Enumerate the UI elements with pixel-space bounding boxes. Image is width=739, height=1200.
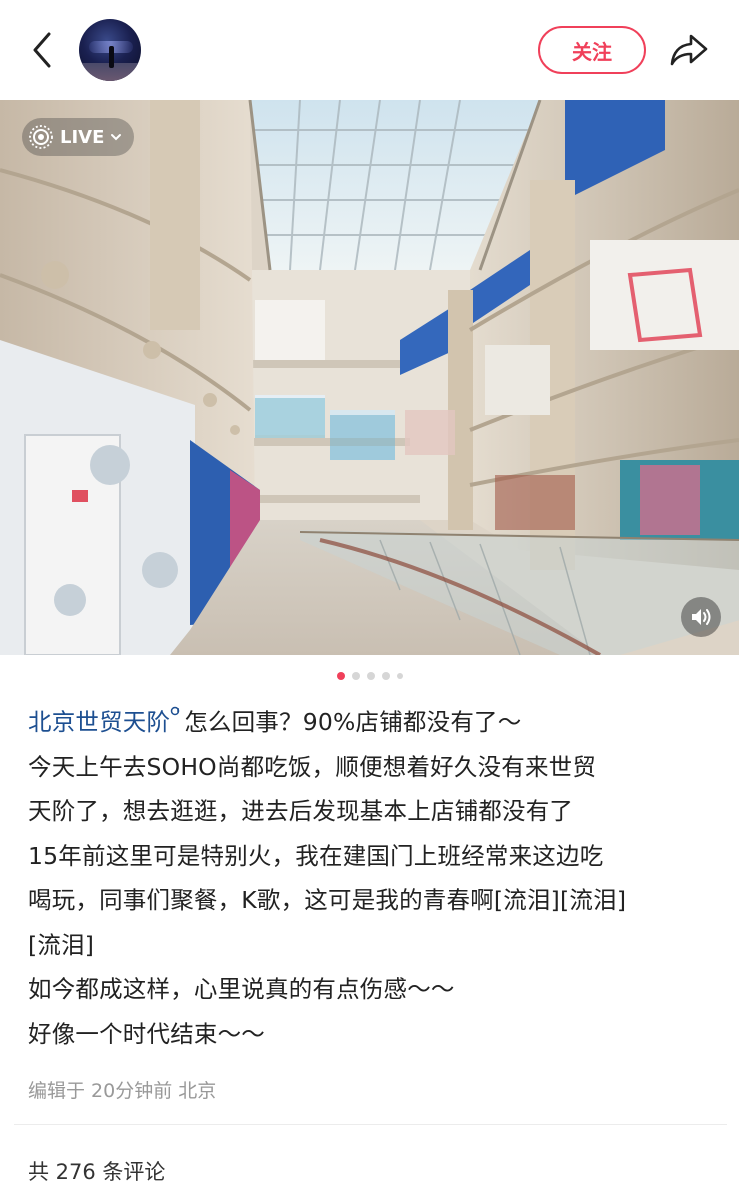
live-photo-badge[interactable]: LIVE (22, 118, 135, 156)
post-title-line: 北京世贸天阶 怎么回事？90%店铺都没有了～ (28, 700, 728, 745)
topic-link[interactable]: 北京世贸天阶 (28, 708, 170, 736)
post-meta: 编辑于 20分钟前 北京 (28, 1080, 217, 1102)
share-arrow-icon (670, 34, 708, 66)
divider (14, 1124, 727, 1125)
carousel-dot[interactable] (366, 672, 375, 680)
follow-button[interactable]: 关注 (538, 26, 646, 74)
post-photo[interactable]: LIVE (0, 100, 739, 655)
post-text-line: 如今都成这样，心里说真的有点伤感～～ (28, 975, 455, 1003)
top-bar: 关注 (0, 0, 739, 100)
chevron-left-icon (33, 32, 51, 68)
mall-atrium-image (0, 100, 739, 655)
post-text-line: 15年前这里可是特别火，我在建国门上班经常来这边吃 (28, 841, 604, 870)
carousel-dot[interactable] (396, 673, 403, 679)
carousel-dot[interactable] (351, 672, 360, 680)
post-text-line: [流泪] (28, 930, 95, 959)
post-body: 北京世贸天阶 怎么回事？90%店铺都没有了～ 今天上午去SOHO尚都吃饭，顺便想着… (28, 700, 728, 1056)
author-avatar[interactable] (79, 19, 141, 81)
carousel-indicator (0, 670, 739, 682)
share-button[interactable] (666, 28, 712, 72)
live-photo-icon (29, 125, 53, 149)
post-title: 怎么回事？90%店铺都没有了～ (184, 708, 522, 736)
post-text-line: 好像一个时代结束～～ (28, 1019, 265, 1048)
topic-tag-icon (170, 706, 180, 716)
chevron-down-icon (111, 134, 122, 141)
back-button[interactable] (22, 28, 62, 72)
sound-toggle-button[interactable] (681, 597, 721, 637)
speaker-icon (692, 609, 711, 625)
comments-count: 共 276 条评论 (28, 1160, 166, 1184)
carousel-dot[interactable] (336, 672, 345, 680)
live-label: LIVE (60, 126, 105, 148)
post-text-line: 天阶了，想去逛逛，进去后发现基本上店铺都没有了 (28, 797, 574, 825)
carousel-dot[interactable] (381, 672, 390, 680)
post-text-line: 喝玩，同事们聚餐，K歌，这可是我的青春啊[流泪][流泪] (28, 886, 627, 914)
avatar-figure (109, 46, 114, 68)
post-text-line: 今天上午去SOHO尚都吃饭，顺便想着好久没有来世贸 (28, 752, 597, 781)
